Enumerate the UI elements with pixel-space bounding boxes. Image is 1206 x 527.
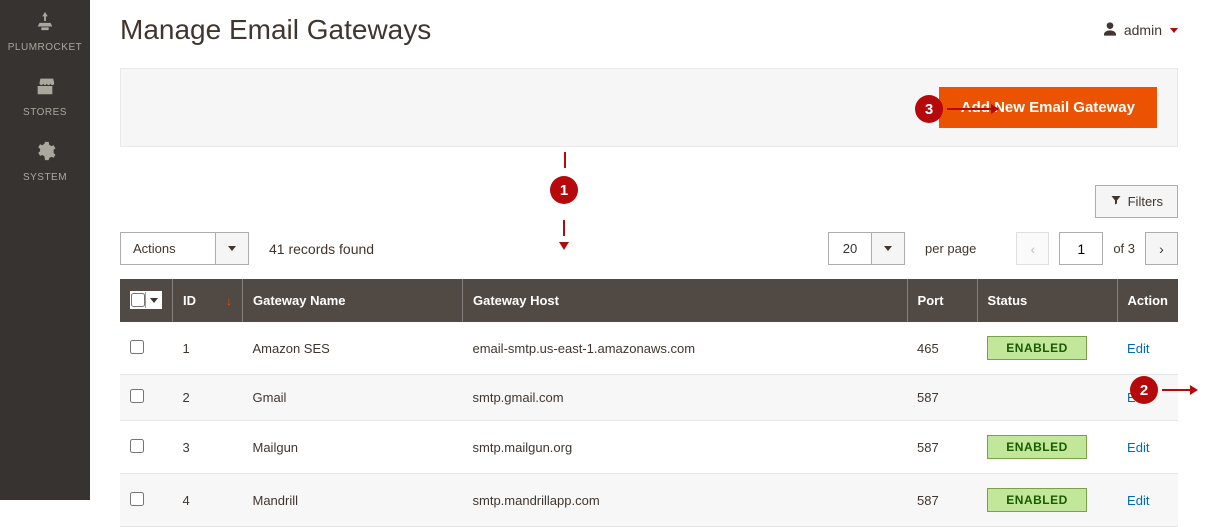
admin-sidebar: PLUMROCKET STORES SYSTEM xyxy=(0,0,90,500)
grid-controls: Actions 41 records found 20 per page ‹ o… xyxy=(120,232,1178,265)
prev-page-button[interactable]: ‹ xyxy=(1016,232,1049,265)
chevron-left-icon: ‹ xyxy=(1030,241,1035,257)
per-page-toggle[interactable] xyxy=(872,232,905,265)
cell-gateway-host: smtp.mandrillapp.com xyxy=(463,474,908,527)
cell-gateway-name: Mailgun xyxy=(243,421,463,474)
user-menu[interactable]: admin xyxy=(1102,21,1178,40)
row-checkbox[interactable] xyxy=(130,389,144,403)
caret-down-icon xyxy=(150,298,158,303)
status-badge: ENABLED xyxy=(987,336,1087,360)
actions-dropdown[interactable]: Actions xyxy=(120,232,249,265)
th-id[interactable]: ID↓ xyxy=(173,279,243,322)
table-row[interactable]: 3Mailgunsmtp.mailgun.org587 ENABLED Edit xyxy=(120,421,1178,474)
edit-link[interactable]: Edit xyxy=(1127,390,1149,405)
plumrocket-icon xyxy=(34,10,56,38)
cell-status xyxy=(977,375,1117,421)
cell-port: 465 xyxy=(907,322,977,375)
funnel-icon xyxy=(1110,194,1122,209)
status-badge: ENABLED xyxy=(987,435,1087,459)
table-row[interactable]: 2Gmailsmtp.gmail.com587 Edit xyxy=(120,375,1178,421)
th-gateway-name[interactable]: Gateway Name xyxy=(243,279,463,322)
sidebar-item-system[interactable]: SYSTEM xyxy=(0,130,90,195)
th-status[interactable]: Status xyxy=(977,279,1117,322)
row-checkbox[interactable] xyxy=(130,492,144,506)
cell-port: 587 xyxy=(907,375,977,421)
edit-link[interactable]: Edit xyxy=(1127,493,1149,508)
cell-port: 587 xyxy=(907,474,977,527)
th-select-all xyxy=(120,279,173,322)
per-page-label: per page xyxy=(925,241,976,256)
next-page-button[interactable]: › xyxy=(1145,232,1178,265)
cell-gateway-name: Gmail xyxy=(243,375,463,421)
th-action: Action xyxy=(1117,279,1178,322)
caret-down-icon xyxy=(1170,28,1178,33)
current-page-input[interactable] xyxy=(1059,232,1103,265)
toolbar: Add New Email Gateway xyxy=(120,68,1178,147)
sidebar-item-label: PLUMROCKET xyxy=(8,42,82,53)
cell-gateway-host: smtp.gmail.com xyxy=(463,375,908,421)
stores-icon xyxy=(34,75,56,103)
cell-id: 2 xyxy=(173,375,243,421)
edit-link[interactable]: Edit xyxy=(1127,341,1149,356)
sidebar-item-label: STORES xyxy=(23,107,67,118)
sidebar-item-plumrocket[interactable]: PLUMROCKET xyxy=(0,0,90,65)
cell-gateway-name: Mandrill xyxy=(243,474,463,527)
per-page-select[interactable]: 20 xyxy=(828,232,905,265)
th-port[interactable]: Port xyxy=(907,279,977,322)
page-title: Manage Email Gateways xyxy=(120,14,431,46)
filters-button[interactable]: Filters xyxy=(1095,185,1178,218)
cell-status: ENABLED xyxy=(977,421,1117,474)
caret-down-icon xyxy=(228,246,236,251)
cell-status: ENABLED xyxy=(977,474,1117,527)
per-page-value: 20 xyxy=(828,232,872,265)
user-icon xyxy=(1102,21,1118,40)
user-name: admin xyxy=(1124,22,1162,38)
cell-gateway-host: smtp.mailgun.org xyxy=(463,421,908,474)
total-pages-label: of 3 xyxy=(1113,241,1135,256)
cell-gateway-host: email-smtp.us-east-1.amazonaws.com xyxy=(463,322,908,375)
add-new-email-gateway-button[interactable]: Add New Email Gateway xyxy=(939,87,1157,128)
sidebar-item-label: SYSTEM xyxy=(23,172,67,183)
gear-icon xyxy=(34,140,56,168)
table-row[interactable]: 1Amazon SESemail-smtp.us-east-1.amazonaw… xyxy=(120,322,1178,375)
actions-dropdown-toggle[interactable] xyxy=(216,232,249,265)
edit-link[interactable]: Edit xyxy=(1127,440,1149,455)
row-checkbox[interactable] xyxy=(130,340,144,354)
cell-id: 4 xyxy=(173,474,243,527)
pager: 20 per page ‹ of 3 › xyxy=(828,232,1178,265)
cell-id: 1 xyxy=(173,322,243,375)
records-found-label: 41 records found xyxy=(269,241,374,257)
main-content: Manage Email Gateways admin Add New Emai… xyxy=(90,0,1206,500)
filters-button-label: Filters xyxy=(1128,194,1163,209)
chevron-right-icon: › xyxy=(1159,241,1164,257)
cell-gateway-name: Amazon SES xyxy=(243,322,463,375)
actions-dropdown-label: Actions xyxy=(120,232,216,265)
sidebar-item-stores[interactable]: STORES xyxy=(0,65,90,130)
status-badge: ENABLED xyxy=(987,488,1087,512)
table-row[interactable]: 4Mandrillsmtp.mandrillapp.com587 ENABLED E… xyxy=(120,474,1178,527)
sort-desc-icon: ↓ xyxy=(226,294,232,308)
th-gateway-host[interactable]: Gateway Host xyxy=(463,279,908,322)
row-checkbox[interactable] xyxy=(130,439,144,453)
select-all-dropdown[interactable] xyxy=(145,292,161,308)
cell-id: 3 xyxy=(173,421,243,474)
caret-down-icon xyxy=(884,246,892,251)
select-all-checkbox[interactable] xyxy=(131,293,145,307)
gateways-table: ID↓ Gateway Name Gateway Host Port Statu… xyxy=(120,279,1178,527)
cell-status: ENABLED xyxy=(977,322,1117,375)
cell-port: 587 xyxy=(907,421,977,474)
